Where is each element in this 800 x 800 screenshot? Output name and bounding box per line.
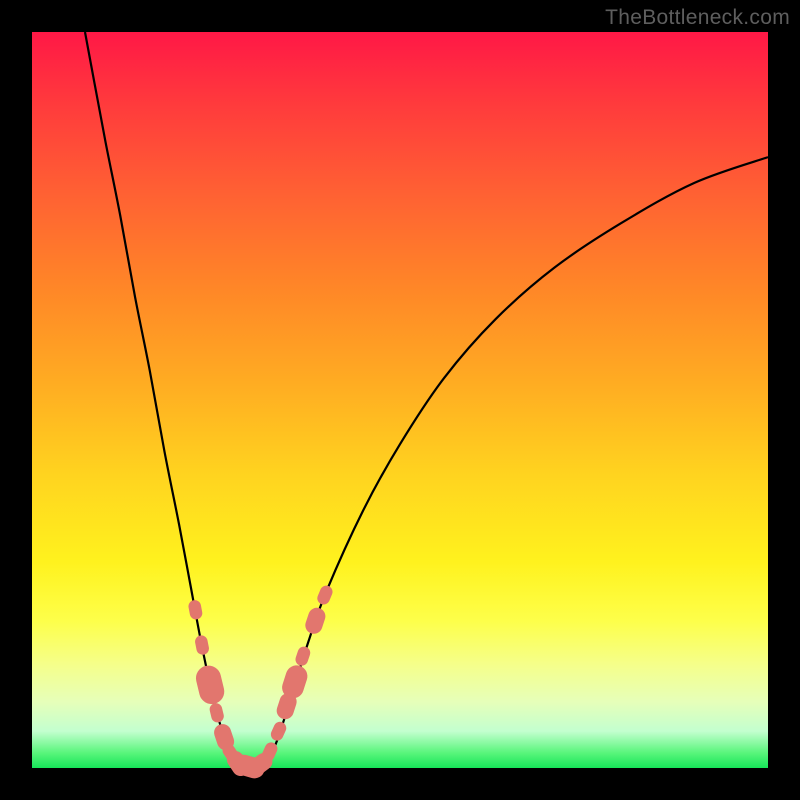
bottleneck-curve — [85, 32, 768, 770]
chart-svg — [32, 32, 768, 768]
data-marker — [303, 606, 328, 637]
watermark-text: TheBottleneck.com — [605, 6, 790, 30]
marker-group — [187, 584, 334, 781]
data-marker — [294, 645, 312, 667]
data-marker — [269, 720, 288, 743]
chart-plot-area — [32, 32, 768, 768]
chart-frame: TheBottleneck.com — [0, 0, 800, 800]
data-marker — [208, 702, 225, 724]
data-marker — [315, 584, 334, 607]
data-marker — [193, 663, 226, 707]
data-marker — [194, 634, 210, 656]
data-marker — [187, 599, 203, 620]
